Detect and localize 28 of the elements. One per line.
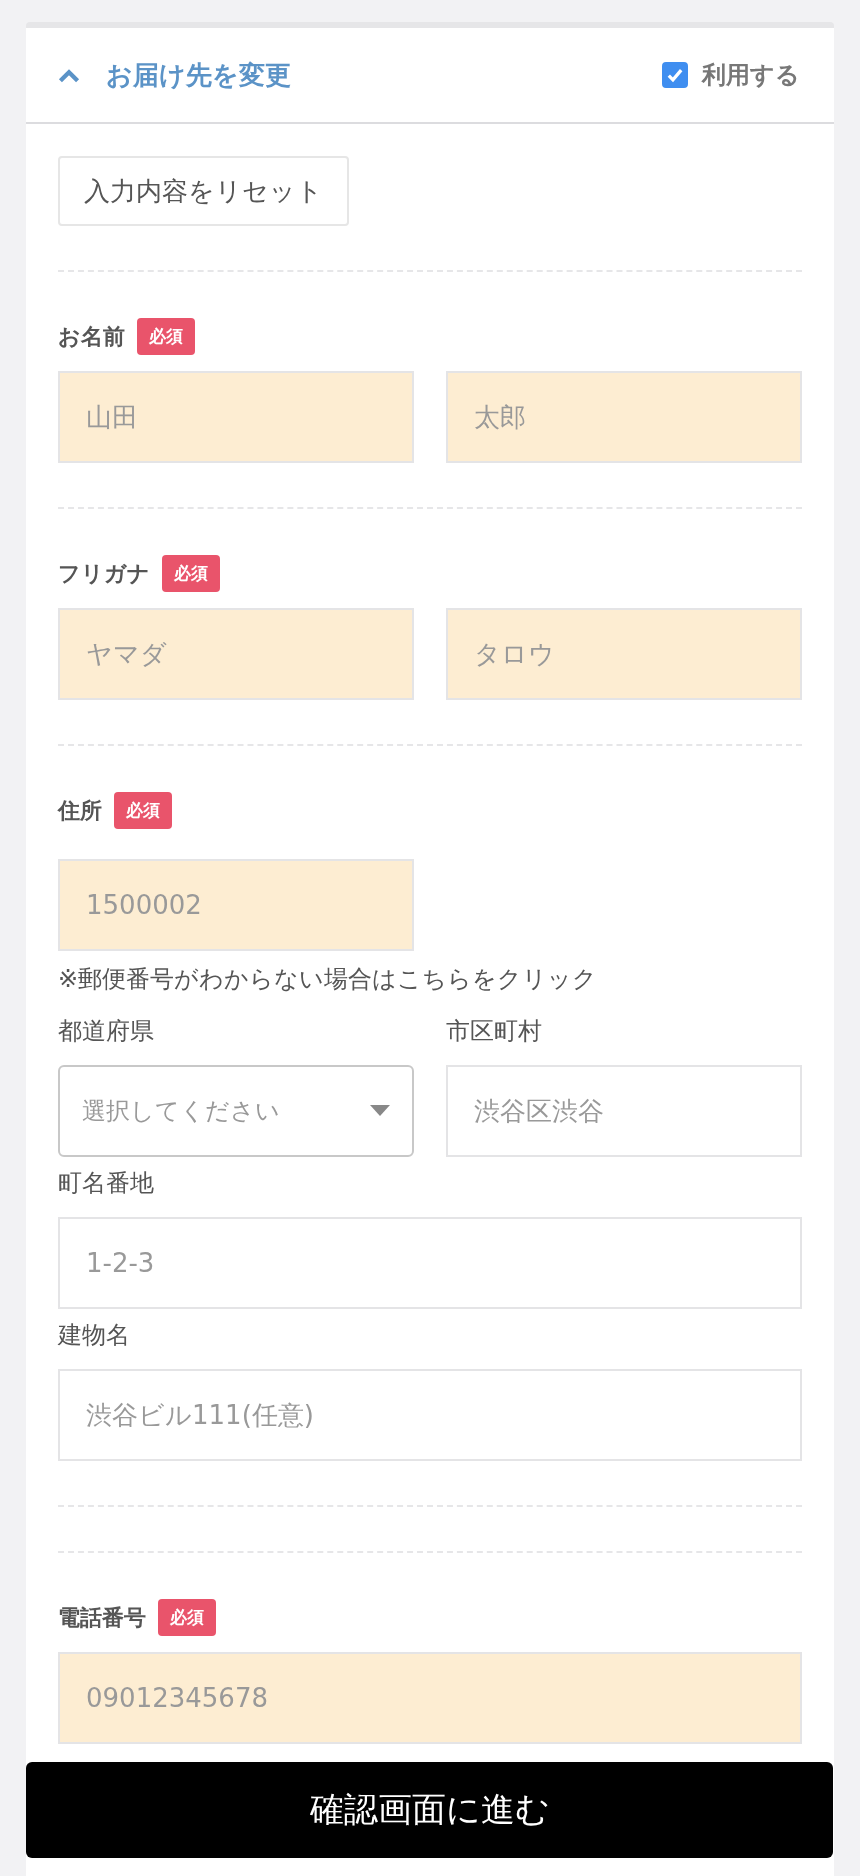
input-field[interactable]: タロウ xyxy=(446,608,802,700)
required-badge: 必須 xyxy=(162,555,220,592)
input-field[interactable]: ヤマダ xyxy=(58,608,414,700)
required-badge: 必須 xyxy=(158,1599,216,1636)
submit-button[interactable]: 確認画面に進む xyxy=(26,1762,833,1858)
field-label: 都道府県 xyxy=(58,1016,155,1047)
field-label: 町名番地 xyxy=(58,1168,155,1199)
field-label: 市区町村 xyxy=(446,1016,543,1047)
input-field[interactable]: 渋谷ビル111(任意) xyxy=(58,1369,802,1461)
required-badge: 必須 xyxy=(114,792,172,829)
field-label: 電話番号 xyxy=(58,1603,146,1632)
reset-button[interactable]: 入力内容をリセット xyxy=(58,156,349,226)
phone-field[interactable]: 09012345678 xyxy=(58,1652,802,1744)
field-label: お名前 xyxy=(58,322,125,351)
postal-code-field[interactable]: 1500002 xyxy=(58,859,414,951)
field-label: フリガナ xyxy=(58,559,150,588)
chevron-up-icon[interactable] xyxy=(58,67,80,83)
checkbox-label[interactable]: 利用する xyxy=(702,59,800,91)
use-checkbox[interactable] xyxy=(662,62,688,88)
required-badge: 必須 xyxy=(137,318,195,355)
input-field[interactable]: 太郎 xyxy=(446,371,802,463)
dropdown-arrow-icon xyxy=(370,1105,390,1117)
field-label: 住所 xyxy=(58,796,102,825)
input-field[interactable]: 1-2-3 xyxy=(58,1217,802,1309)
input-field[interactable]: 山田 xyxy=(58,371,414,463)
field-label: 建物名 xyxy=(58,1320,131,1351)
input-field[interactable]: 渋谷区渋谷 xyxy=(446,1065,802,1157)
postal-note-link[interactable]: ※郵便番号がわからない場合はこちらをクリック xyxy=(58,963,802,995)
